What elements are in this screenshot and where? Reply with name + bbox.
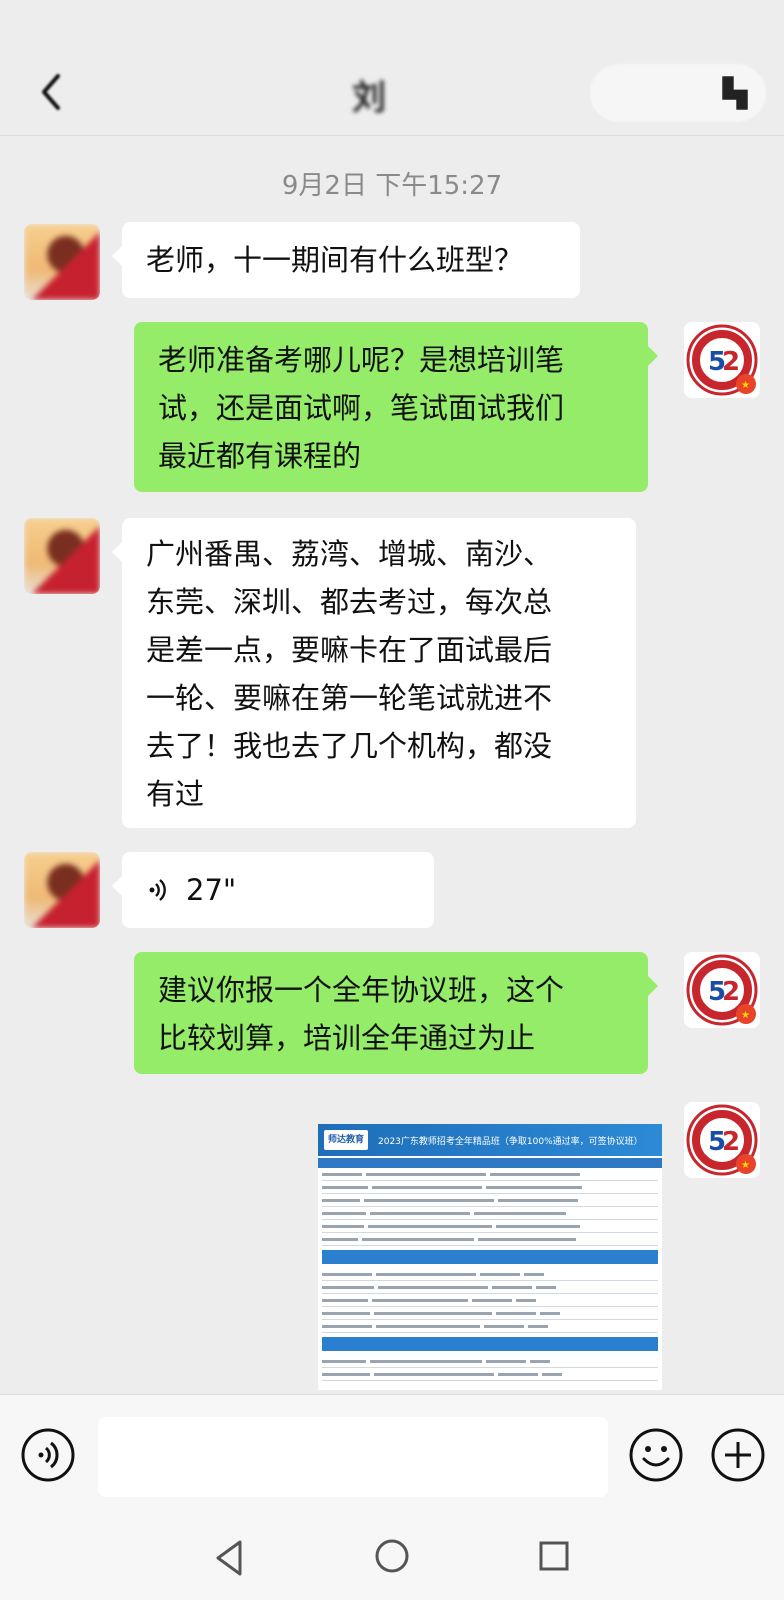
plus-icon[interactable]	[710, 1427, 766, 1483]
svg-text:★: ★	[741, 1010, 750, 1021]
message-line: 老师准备考哪儿呢？是想培训笔	[158, 343, 565, 377]
message-line: 去了！我也去了几个机构，都没	[146, 729, 553, 763]
voice-input-icon[interactable]	[20, 1427, 76, 1483]
contact-avatar[interactable]	[24, 852, 100, 928]
message-bubble-received[interactable]: 老师，十一期间有什么班型？	[112, 222, 580, 298]
voice-message-bubble[interactable]: 27"	[112, 852, 434, 928]
shida-logo-icon: 5 2 ★	[686, 954, 758, 1026]
contact-avatar[interactable]	[24, 224, 100, 300]
message-line: 试，还是面试啊，笔试面试我们	[158, 391, 565, 425]
voice-playback-icon	[149, 879, 166, 901]
svg-text:★: ★	[741, 1160, 750, 1171]
message-input[interactable]	[98, 1417, 608, 1497]
message-text: 老师，十一期间有什么班型？	[146, 243, 524, 277]
message-line: 有过	[146, 777, 205, 811]
system-nav-bar	[0, 1520, 784, 1600]
message-line: 东莞、深圳、都去考过，每次总	[146, 585, 553, 619]
image-message[interactable]: 师达教育 2023广东教师招考全年精品班（争取100%通过率，可签协议班）	[318, 1124, 662, 1390]
svg-text:2: 2	[722, 347, 740, 377]
message-line: 广州番禺、荔湾、增城、南沙、	[146, 537, 553, 571]
emoji-icon[interactable]	[628, 1427, 684, 1483]
image-table	[318, 1168, 662, 1381]
image-header: 师达教育 2023广东教师招考全年精品班（争取100%通过率，可签协议班）	[318, 1124, 662, 1156]
message-bubble-received[interactable]: 广州番禺、荔湾、增城、南沙、 东莞、深圳、都去考过，每次总 是差一点，要嘛卡在了…	[112, 518, 636, 828]
my-avatar[interactable]: 5 2 ★	[684, 952, 760, 1028]
my-avatar[interactable]: 5 2 ★	[684, 1102, 760, 1178]
message-bubble-sent[interactable]: 老师准备考哪儿呢？是想培训笔 试，还是面试啊，笔试面试我们 最近都有课程的	[134, 322, 658, 492]
input-bar	[0, 1394, 784, 1520]
message-bubble-sent[interactable]: 建议你报一个全年协议班，这个 比较划算，培训全年通过为止	[134, 952, 658, 1074]
image-title: 2023广东教师招考全年精品班（争取100%通过率，可签协议班）	[378, 1136, 643, 1147]
svg-text:2: 2	[722, 1127, 740, 1157]
top-bar: 刘	[0, 0, 784, 136]
message-line: 最近都有课程的	[158, 439, 362, 473]
voice-duration: 27"	[186, 873, 237, 907]
back-arrow-icon[interactable]	[36, 72, 66, 112]
image-logo: 师达教育	[324, 1130, 368, 1150]
shida-logo-icon: 5 2 ★	[686, 1104, 758, 1176]
shida-logo-icon: 5 2 ★	[686, 324, 758, 396]
message-line: 建议你报一个全年协议班，这个	[158, 973, 565, 1007]
message-line: 比较划算，培训全年通过为止	[158, 1021, 536, 1055]
my-avatar[interactable]: 5 2 ★	[684, 322, 760, 398]
contact-avatar[interactable]	[24, 518, 100, 594]
nav-home-icon[interactable]	[374, 1538, 410, 1574]
svg-text:2: 2	[722, 977, 740, 1007]
message-line: 是差一点，要嘛卡在了面试最后	[146, 633, 553, 667]
svg-text:★: ★	[741, 380, 750, 391]
nav-recent-icon[interactable]	[538, 1540, 570, 1572]
chat-title: 刘	[352, 78, 388, 118]
message-timestamp: 9月2日 下午15:27	[281, 171, 503, 201]
nav-back-icon[interactable]	[212, 1538, 246, 1578]
message-line: 一轮、要嘛在第一轮笔试就进不	[146, 681, 553, 715]
